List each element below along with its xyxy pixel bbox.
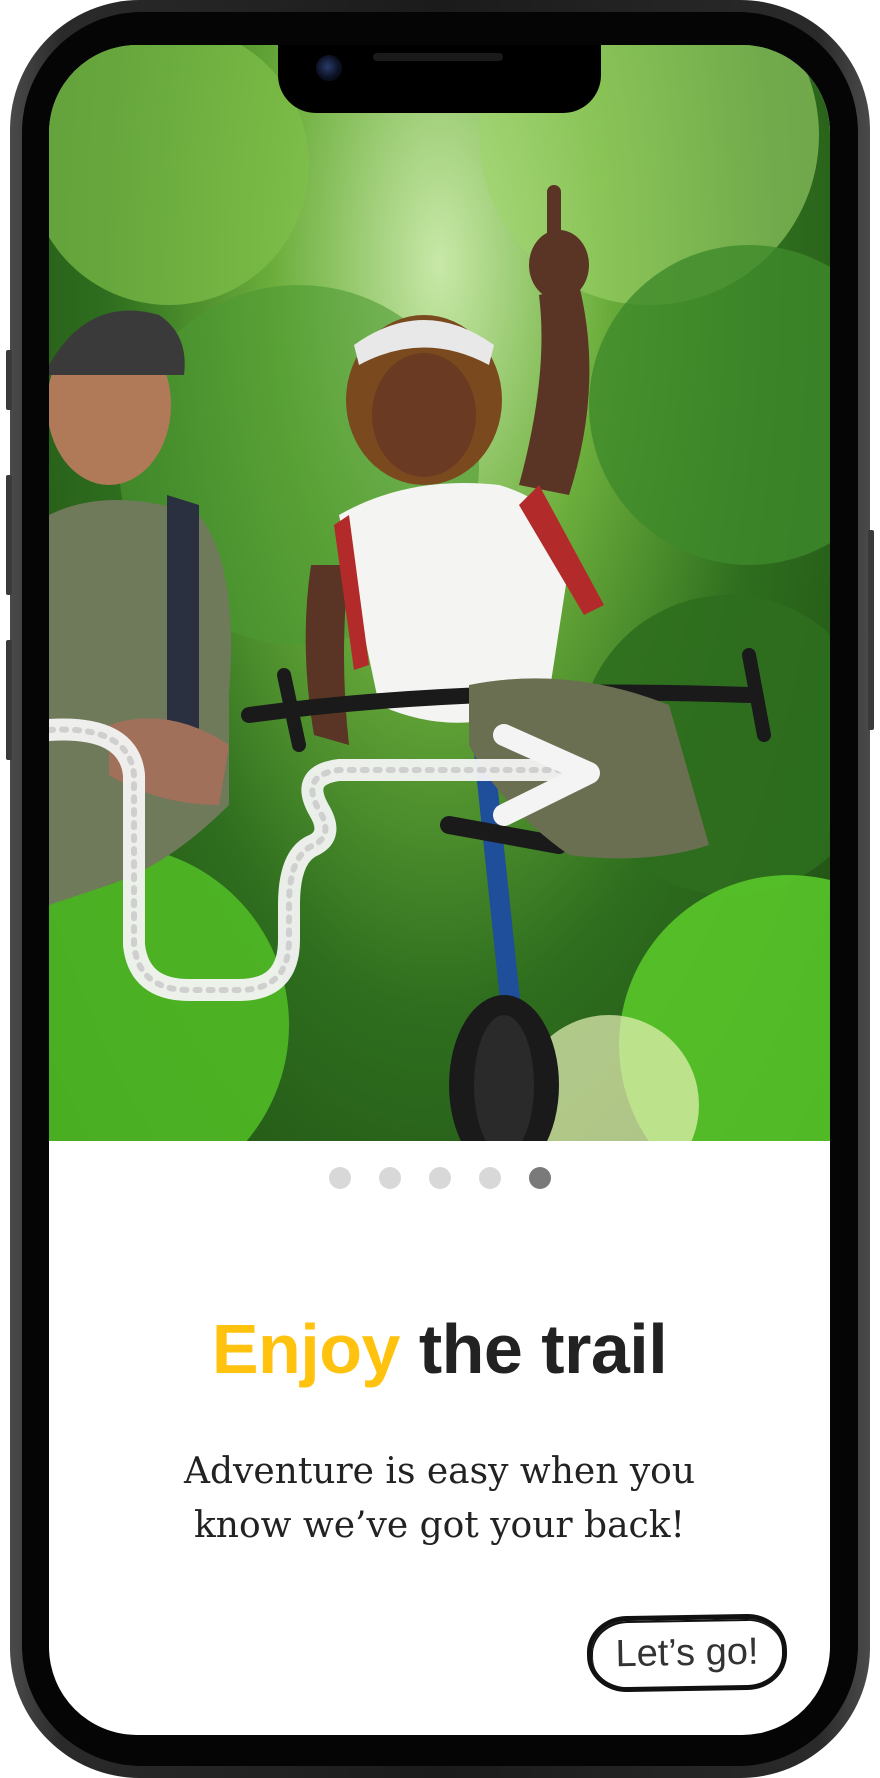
page-dot-2[interactable] — [378, 1167, 401, 1189]
hero-photo — [49, 45, 830, 1141]
volume-up-button — [6, 475, 12, 595]
front-camera-icon — [316, 55, 342, 81]
hero-illustration — [49, 45, 830, 1141]
device-notch — [278, 45, 601, 113]
lets-go-button[interactable]: Let’s go! — [586, 1613, 788, 1693]
onboarding-screen: Enjoy the trail Adventure is easy when y… — [49, 45, 830, 1735]
page-dot-3[interactable] — [428, 1167, 451, 1189]
earpiece-speaker — [373, 53, 503, 61]
title-accent: Enjoy — [211, 1310, 401, 1388]
power-button — [868, 530, 874, 730]
onboarding-subtitle: Adventure is easy when you know we’ve go… — [183, 1451, 696, 1546]
page-dot-5-active[interactable] — [528, 1167, 551, 1189]
page-dot-1[interactable] — [328, 1167, 351, 1189]
onboarding-title: Enjoy the trail — [49, 1309, 830, 1389]
page-dot-4[interactable] — [478, 1167, 501, 1189]
page-indicator — [49, 1167, 830, 1189]
title-rest: the trail — [418, 1310, 668, 1388]
volume-down-button — [6, 640, 12, 760]
mute-switch — [6, 350, 12, 410]
